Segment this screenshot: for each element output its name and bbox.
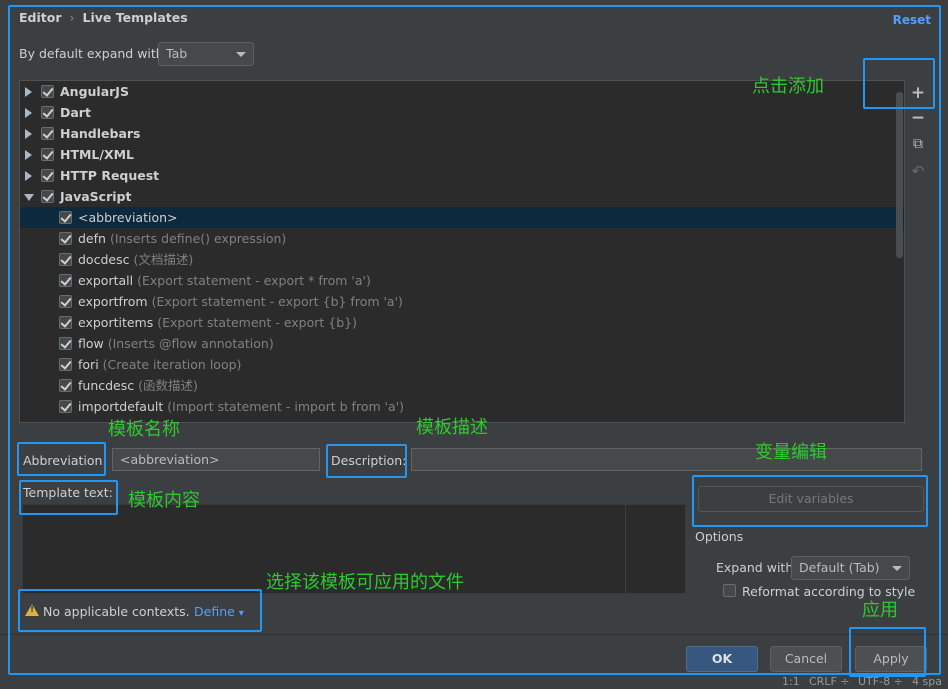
annotation-description: 模板描述 bbox=[416, 417, 488, 438]
apply-highlight-box bbox=[849, 627, 926, 677]
annotation-apply: 应用 bbox=[862, 600, 898, 621]
cursor-position[interactable]: 1:1 bbox=[782, 675, 800, 688]
line-separator[interactable]: CRLF ÷ bbox=[809, 675, 850, 688]
status-bar: 1:1 CRLF ÷ UTF-8 ÷ 4 spa bbox=[0, 675, 948, 689]
description-highlight-box bbox=[326, 444, 407, 478]
annotation-content: 模板内容 bbox=[128, 490, 200, 511]
dialog-highlight-frame bbox=[8, 5, 941, 675]
abbreviation-highlight-box bbox=[17, 442, 106, 476]
add-highlight-box bbox=[863, 58, 935, 109]
annotation-add: 点击添加 bbox=[752, 76, 824, 97]
annotation-context: 选择该模板可应用的文件 bbox=[266, 572, 464, 593]
annotation-variables: 变量编辑 bbox=[755, 442, 827, 463]
edit-variables-highlight-box bbox=[692, 475, 928, 527]
contexts-highlight-box bbox=[18, 589, 262, 632]
annotation-abbreviation: 模板名称 bbox=[108, 419, 180, 440]
template-text-highlight-box bbox=[19, 480, 118, 515]
